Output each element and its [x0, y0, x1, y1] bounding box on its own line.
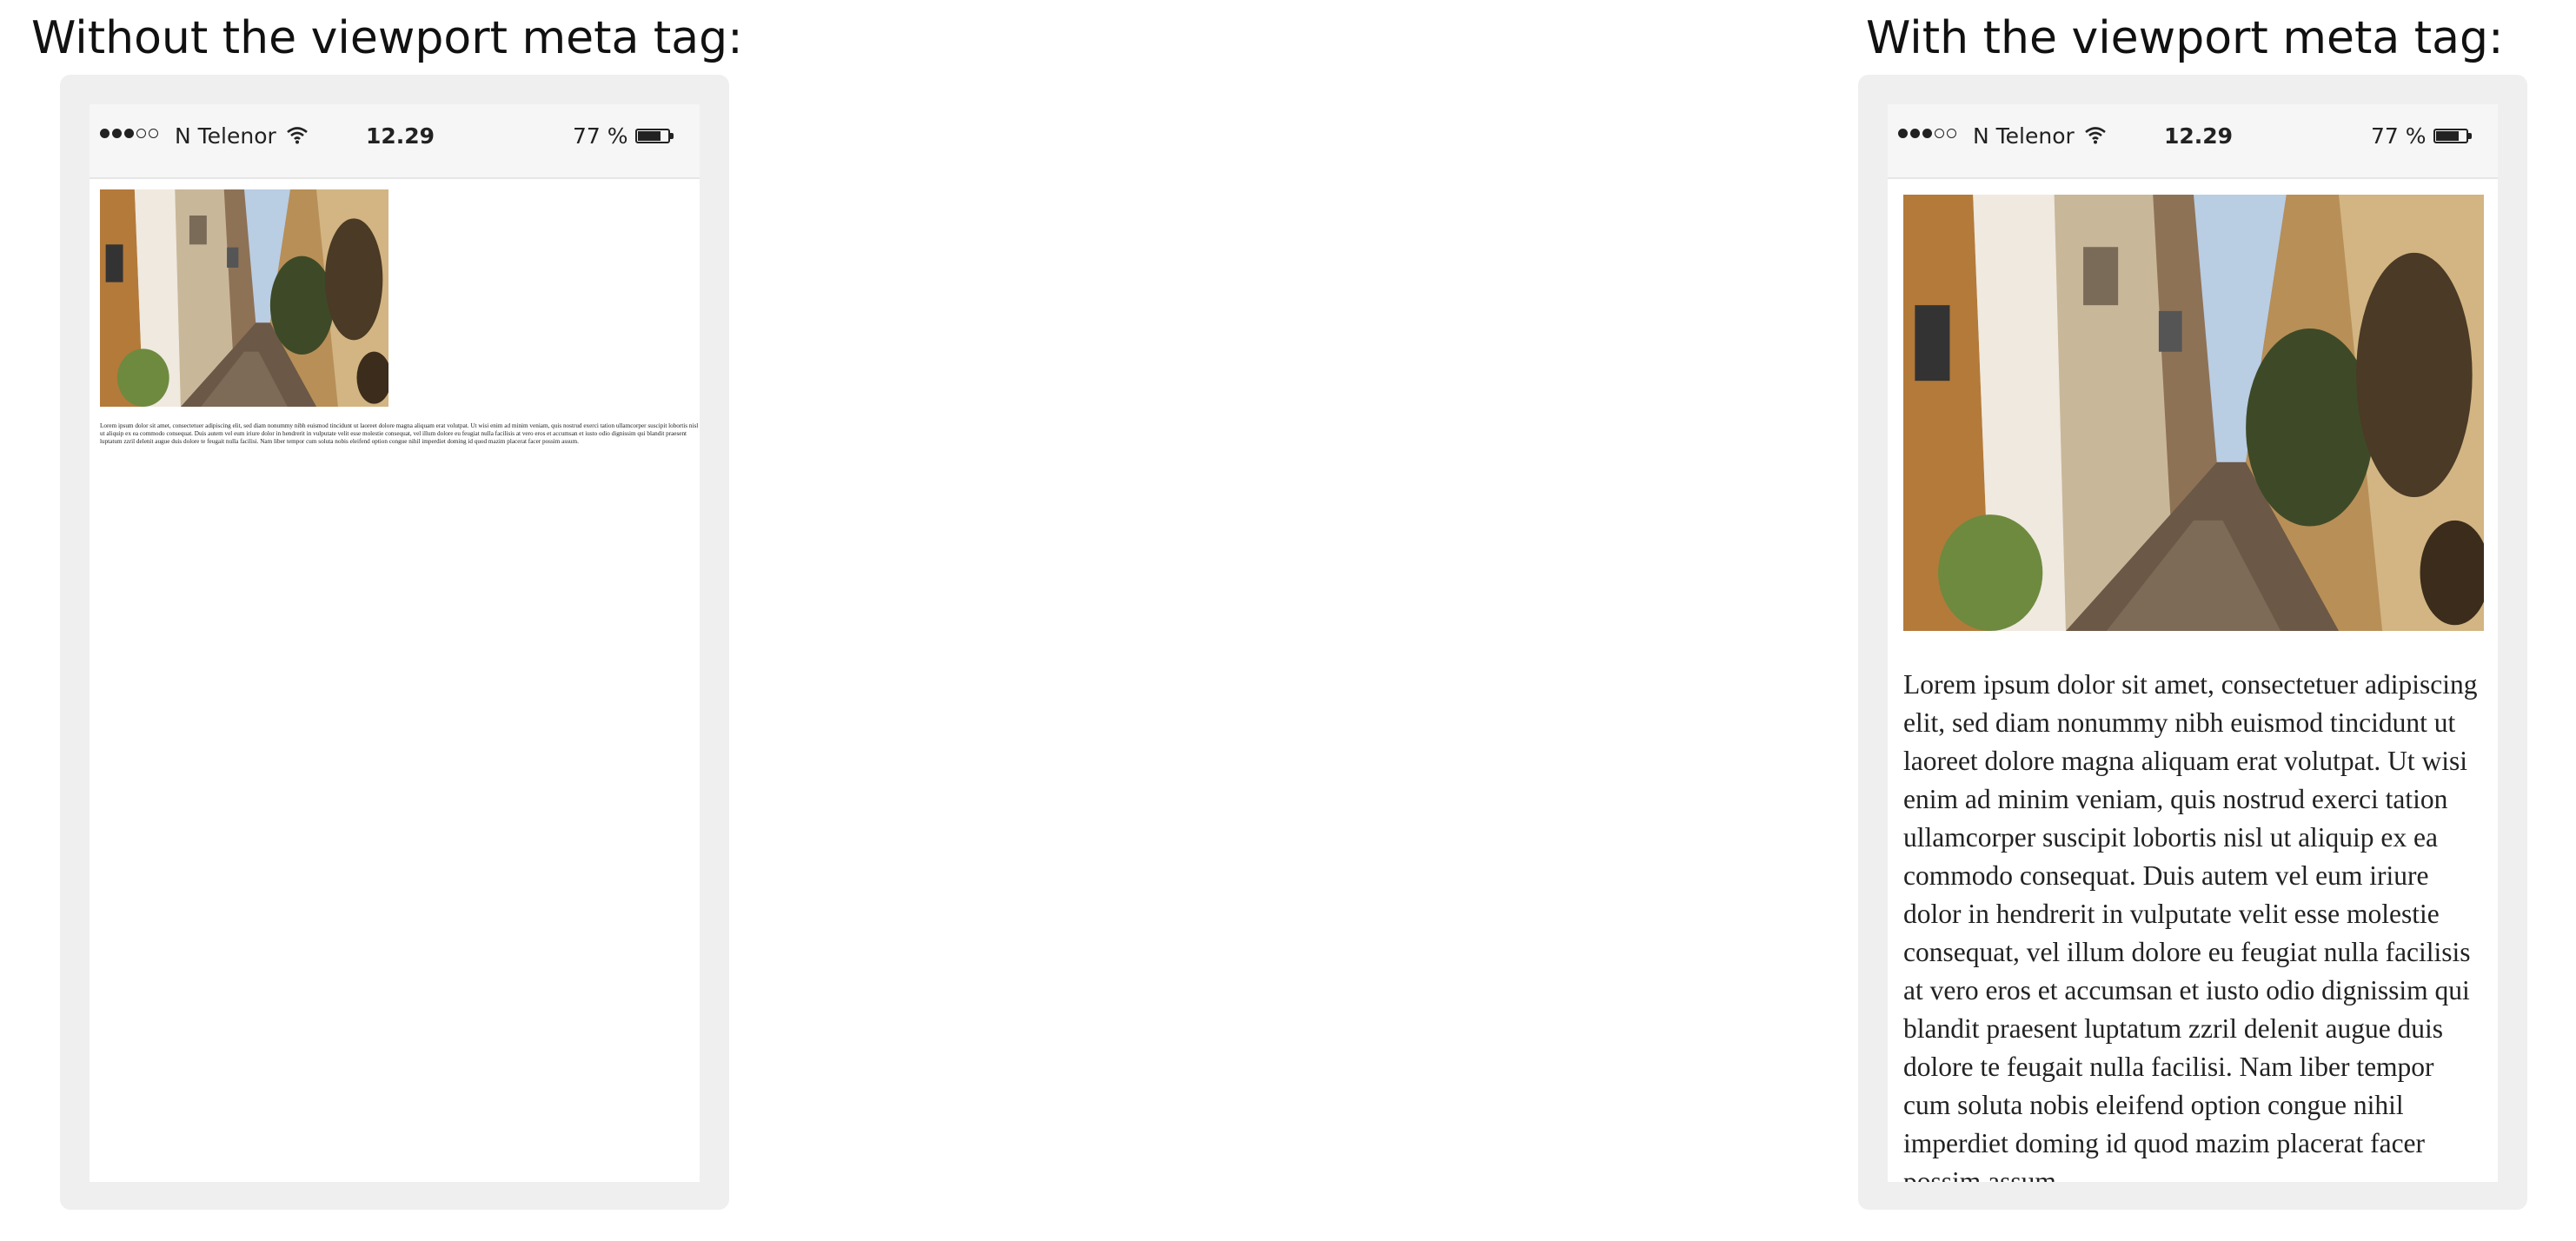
phone-screen: N Telenor 12.29 77 % Lorem ipsum dolor s…: [1888, 104, 2498, 1182]
signal-strength-icon: [100, 129, 158, 138]
street-photo: [1903, 195, 2484, 631]
lorem-paragraph: Lorem ipsum dolor sit amet, consectetuer…: [100, 422, 699, 445]
wifi-icon: [287, 127, 308, 144]
signal-strength-icon: [1898, 129, 1956, 138]
clock-time: 12.29: [366, 123, 435, 149]
battery-tip: [670, 133, 674, 139]
status-bar: N Telenor 12.29 77 %: [90, 104, 700, 179]
wifi-icon: [2085, 127, 2106, 144]
battery-percentage: 77 %: [2371, 123, 2427, 149]
caption-with-viewport: With the viewport meta tag:: [1866, 12, 2504, 64]
battery-icon: [2433, 129, 2468, 143]
phone-screen: N Telenor 12.29 77 % Lorem ipsum dolor s…: [90, 104, 700, 1182]
phone-mockup-without-viewport: N Telenor 12.29 77 % Lorem ipsum dolor s…: [60, 75, 729, 1210]
clock-time: 12.29: [2164, 123, 2234, 149]
carrier-name: N Telenor: [1973, 123, 2075, 149]
carrier-name: N Telenor: [175, 123, 276, 149]
status-bar: N Telenor 12.29 77 %: [1888, 104, 2498, 179]
battery-percentage: 77 %: [573, 123, 628, 149]
battery-icon: [635, 129, 670, 143]
phone-mockup-with-viewport: N Telenor 12.29 77 % Lorem ipsum dolor s…: [1858, 75, 2527, 1210]
lorem-paragraph: Lorem ipsum dolor sit amet, consectetuer…: [1903, 669, 2478, 1182]
street-photo: [100, 189, 388, 407]
battery-tip: [2468, 133, 2472, 139]
caption-without-viewport: Without the viewport meta tag:: [31, 12, 743, 64]
